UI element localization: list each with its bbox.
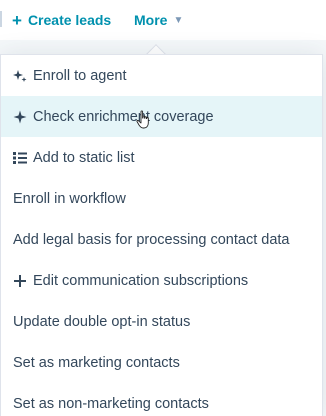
create-leads-button[interactable]: + Create leads [12, 10, 111, 30]
menu-item-label: Check enrichment coverage [33, 108, 214, 125]
caret-down-icon: ▼ [173, 14, 184, 26]
list-icon [13, 151, 27, 165]
menu-item-label: Add to static list [33, 149, 135, 166]
toolbar-divider [0, 11, 2, 27]
menu-item-add-to-static-list[interactable]: Add to static list [1, 137, 322, 178]
plus-icon [13, 274, 27, 288]
create-leads-label: Create leads [27, 12, 112, 28]
menu-item-label: Edit communication subscriptions [33, 272, 249, 289]
menu-item-edit-communication-subscriptions[interactable]: Edit communication subscriptions [1, 260, 322, 301]
sparkle-agent-icon [13, 69, 27, 83]
menu-item-label: Set as non-marketing contacts [13, 395, 209, 412]
menu-item-label: Add legal basis for processing contact d… [13, 231, 290, 248]
toolbar: + Create leads More ▼ [0, 0, 326, 40]
plus-icon: + [12, 10, 22, 30]
hand-cursor-icon [136, 110, 149, 129]
menu-item-set-as-non-marketing[interactable]: Set as non-marketing contacts [1, 383, 322, 416]
menu-item-label: Update double opt-in status [13, 313, 191, 330]
menu-item-add-legal-basis[interactable]: Add legal basis for processing contact d… [1, 219, 322, 260]
menu-item-label: Set as marketing contacts [13, 354, 180, 371]
menu-item-check-enrichment-coverage[interactable]: Check enrichment coverage [1, 96, 322, 137]
menu-item-set-as-marketing[interactable]: Set as marketing contacts [1, 342, 322, 383]
sparkle-icon [13, 110, 27, 124]
more-dropdown-button[interactable]: More ▼ [134, 10, 183, 30]
menu-item-enroll-to-agent[interactable]: Enroll to agent [1, 55, 322, 96]
menu-item-label: Enroll in workflow [13, 190, 126, 207]
more-dropdown-menu: Enroll to agent Check enrichment coverag… [0, 54, 323, 416]
menu-item-label: Enroll to agent [33, 67, 127, 84]
menu-item-enroll-in-workflow[interactable]: Enroll in workflow [1, 178, 322, 219]
more-label: More [134, 12, 168, 28]
menu-item-update-double-opt-in[interactable]: Update double opt-in status [1, 301, 322, 342]
